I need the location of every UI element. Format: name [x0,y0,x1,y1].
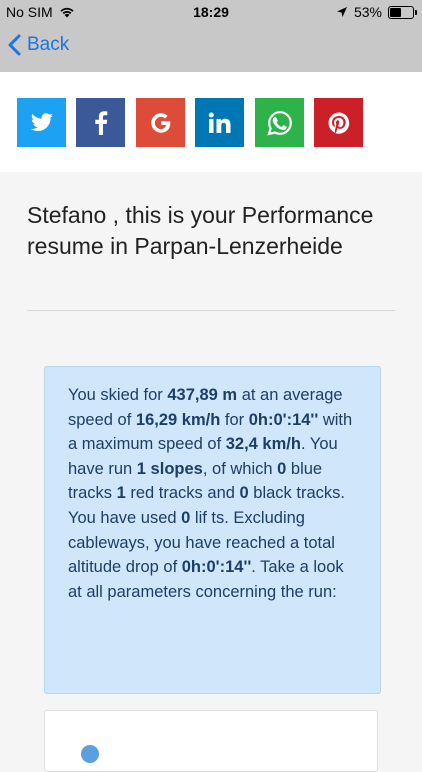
run-parameters-card [44,710,378,772]
summary-text: red tracks and [125,484,240,503]
slopes-value: 1 slopes [136,459,203,478]
battery-percent: 53% [353,4,382,20]
whatsapp-share-button[interactable] [255,98,304,147]
duration-value: 0h:0':14'' [248,410,319,429]
distance-value: 437,89 m [167,386,238,404]
summary-text: , of which [202,459,278,478]
pinterest-share-button[interactable] [314,98,363,147]
location-arrow-icon [336,7,347,17]
twitter-icon [30,112,53,131]
back-button[interactable]: Back [8,34,69,56]
linkedin-share-button[interactable] [195,98,244,147]
twitter-share-button[interactable] [17,98,66,147]
linkedin-icon [208,112,230,133]
whatsapp-icon [266,110,292,136]
performance-summary: You skied for 437,89 m at an average spe… [44,366,381,694]
google-share-button[interactable] [136,98,185,147]
summary-text: for [220,410,249,429]
parameter-icon [81,745,99,763]
title-divider [27,310,395,311]
black-tracks-value: 0 [239,484,249,503]
google-icon [150,112,170,133]
facebook-share-button[interactable] [76,98,125,147]
altitude-drop-value: 0h:0':14'' [181,558,252,577]
blue-tracks-value: 0 [277,459,287,478]
battery-icon [388,5,417,19]
share-bar [0,72,422,172]
page-title: Stefano , this is your Performance resum… [27,202,374,259]
status-bar: No SIM 18:29 53% [0,0,422,24]
main-content: Stefano , this is your Performance resum… [0,172,422,772]
pinterest-icon [328,112,349,134]
chevron-left-icon [8,34,21,56]
navigation-bar: Back [0,24,422,72]
back-label: Back [27,34,70,55]
summary-text: You skied for [68,386,168,404]
status-right: 53% [336,4,417,20]
red-tracks-value: 1 [116,484,126,503]
average-speed-value: 16,29 km/h [135,410,221,429]
lifts-value: 0 [181,508,191,527]
battery-fill [390,7,401,17]
facebook-icon [94,110,107,135]
max-speed-value: 32,4 km/h [225,435,301,454]
